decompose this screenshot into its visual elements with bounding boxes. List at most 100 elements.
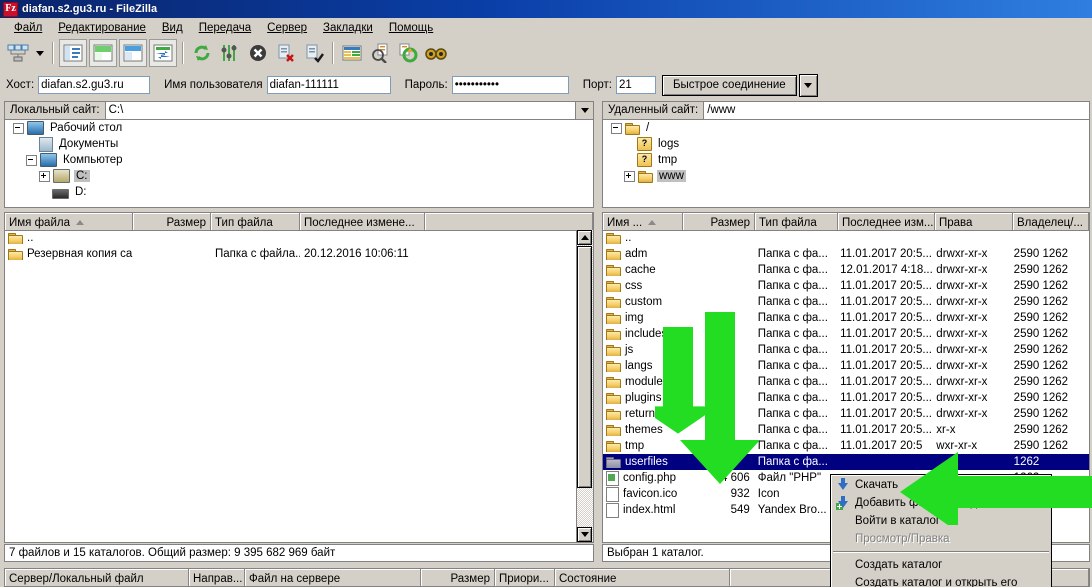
local-file-list[interactable]: Имя файла Размер Тип файла Последнее изм… — [4, 212, 594, 543]
local-list-scrollbar[interactable] — [576, 230, 593, 542]
menu-server[interactable]: Сервер — [259, 20, 315, 36]
column-header-size[interactable]: Размер — [133, 213, 211, 230]
table-row[interactable]: userfiles Папка с фа... 1262 — [603, 454, 1089, 470]
expander-plus-icon[interactable] — [39, 170, 50, 182]
context-menu-item-create-and-enter-directory[interactable]: Создать каталог и открыть его — [831, 574, 1051, 587]
column-header-type[interactable]: Тип файла — [211, 213, 300, 230]
filter-icon[interactable] — [339, 40, 365, 66]
menu-bookmarks[interactable]: Закладки — [315, 20, 381, 36]
site-manager-icon[interactable] — [5, 40, 31, 66]
tree-item-root[interactable]: / — [603, 120, 1089, 136]
file-owner: 2590 1262 — [1013, 360, 1069, 372]
tree-item-drive-c[interactable]: C: — [5, 168, 593, 184]
queue-column-remote-file[interactable]: Файл на сервере — [245, 569, 421, 586]
context-menu-item-enter-directory[interactable]: Войти в каталог — [831, 512, 1051, 530]
local-directory-tree[interactable]: Рабочий стол Документы Компьютер C: D: — [4, 120, 594, 208]
column-header-label: Владелец/... — [1017, 216, 1083, 229]
sync-browsing-icon[interactable] — [395, 40, 421, 66]
queue-column-direction[interactable]: Направ... — [189, 569, 245, 586]
menu-file[interactable]: Файл — [6, 20, 50, 36]
table-row[interactable]: .. — [603, 230, 1089, 246]
column-header-modified[interactable]: Последнее изм... — [838, 213, 935, 230]
tree-item-tmp[interactable]: ? tmp — [603, 152, 1089, 168]
table-row[interactable]: langs Папка с фа... 11.01.2017 20:5... drwx… — [603, 358, 1089, 374]
toolbar-separator-2 — [182, 42, 184, 64]
table-row[interactable]: custom Папка с фа... 11.01.2017 20:5... drw… — [603, 294, 1089, 310]
expander-plus-icon[interactable] — [624, 170, 635, 182]
context-menu-item-download[interactable]: Скачать — [831, 476, 1051, 494]
quick-connect-dropdown-button[interactable] — [798, 73, 818, 97]
menu-edit[interactable]: Редактирование — [50, 20, 154, 36]
column-header-size[interactable]: Размер — [683, 213, 755, 230]
tree-item-documents[interactable]: Документы — [5, 136, 593, 152]
expander-minus-icon[interactable] — [13, 122, 24, 134]
queue-column-server-local-file[interactable]: Сервер/Локальный файл — [5, 569, 189, 586]
tree-item-desktop[interactable]: Рабочий стол — [5, 120, 593, 136]
table-row[interactable]: adm Папка с фа... 11.01.2017 20:5... drwxr-… — [603, 246, 1089, 262]
table-row[interactable]: modules Папка с фа... 11.01.2017 20:5... dr… — [603, 374, 1089, 390]
table-row[interactable]: return Папка с фа... 11.01.2017 20:5... drw… — [603, 406, 1089, 422]
port-input[interactable] — [615, 76, 656, 94]
column-header-label: Тип файла — [759, 216, 817, 229]
table-row[interactable]: includes Папка с фа... 11.01.2017 20:5... d… — [603, 326, 1089, 342]
disconnect-icon[interactable] — [273, 40, 299, 66]
context-menu-item-create-directory[interactable]: Создать каталог — [831, 556, 1051, 574]
process-queue-icon[interactable] — [217, 40, 243, 66]
queue-column-status[interactable]: Состояние — [555, 569, 730, 586]
table-row[interactable]: cache Папка с фа... 12.01.2017 4:18... drwx… — [603, 262, 1089, 278]
tree-item-www[interactable]: www — [603, 168, 1089, 184]
quick-connect-button[interactable]: Быстрое соединение — [661, 74, 797, 96]
reconnect-icon[interactable] — [301, 40, 327, 66]
column-header-filler[interactable] — [425, 213, 593, 230]
toggle-local-tree-icon[interactable] — [59, 39, 87, 67]
toggle-message-log-icon[interactable] — [119, 39, 147, 67]
scroll-down-button[interactable] — [577, 527, 592, 542]
queue-column-priority[interactable]: Приори... — [495, 569, 555, 586]
expander-minus-icon[interactable] — [26, 154, 37, 166]
expander-minus-icon[interactable] — [611, 122, 622, 134]
local-site-path[interactable]: C:\ — [105, 102, 575, 119]
refresh-icon[interactable] — [189, 40, 215, 66]
cancel-icon[interactable] — [245, 40, 271, 66]
menu-view[interactable]: Вид — [154, 20, 191, 36]
unknown-folder-icon: ? — [637, 137, 652, 151]
table-row[interactable]: tmp Папка с фа... 11.01.2017 20:5 wxr-xr-x 2… — [603, 438, 1089, 454]
table-row[interactable]: js Папка с фа... 11.01.2017 20:5... drwxr-x… — [603, 342, 1089, 358]
remote-site-path[interactable]: /www — [704, 102, 1089, 119]
table-row[interactable]: css Папка с фа... 11.01.2017 20:5... drwxr-… — [603, 278, 1089, 294]
table-row[interactable]: Резервная копия сайта Папка с файла... 2… — [5, 246, 577, 262]
column-header-name[interactable]: Имя файла — [5, 213, 133, 230]
file-name: favicon.ico — [623, 488, 678, 500]
scroll-up-button[interactable] — [577, 230, 592, 245]
menu-help[interactable]: Помощь — [381, 20, 441, 36]
context-menu-item-add-to-queue[interactable]: Добавить файлы в задание — [831, 494, 1051, 512]
toggle-remote-tree-icon[interactable] — [89, 39, 117, 67]
password-input[interactable] — [451, 76, 569, 94]
search-icon[interactable] — [423, 40, 449, 66]
table-row[interactable]: .. — [5, 230, 577, 246]
remote-context-menu[interactable]: Скачать Добавить файлы в задание Войти в… — [830, 474, 1052, 587]
table-row[interactable]: img Папка с фа... 11.01.2017 20:5... drwxr-… — [603, 310, 1089, 326]
table-row[interactable]: plugins Папка с фа... 11.01.2017 20:5... dr… — [603, 390, 1089, 406]
compare-icon[interactable] — [367, 40, 393, 66]
table-row[interactable]: themes Папка с фа... 11.01.2017 20:5... xr-… — [603, 422, 1089, 438]
username-input[interactable] — [266, 76, 391, 94]
local-site-dropdown-button[interactable] — [575, 102, 593, 119]
column-header-owner[interactable]: Владелец/... — [1013, 213, 1089, 230]
toggle-transfer-queue-icon[interactable] — [149, 39, 177, 67]
host-input[interactable] — [38, 76, 151, 94]
site-manager-dropdown-icon[interactable] — [36, 50, 44, 56]
tree-item-drive-d[interactable]: D: — [5, 184, 593, 200]
scrollbar-thumb[interactable] — [577, 246, 592, 488]
username-label: Имя пользователя — [164, 79, 263, 91]
queue-column-size[interactable]: Размер — [421, 569, 495, 586]
column-header-permissions[interactable]: Права — [935, 213, 1013, 230]
tree-item-logs[interactable]: ? logs — [603, 136, 1089, 152]
column-header-modified[interactable]: Последнее измене... — [300, 213, 425, 230]
column-header-type[interactable]: Тип файла — [755, 213, 838, 230]
column-header-name[interactable]: Имя ... — [603, 213, 683, 230]
menu-file-label: Файл — [14, 21, 43, 34]
menu-transfer[interactable]: Передача — [191, 20, 259, 36]
tree-item-computer[interactable]: Компьютер — [5, 152, 593, 168]
remote-directory-tree[interactable]: / ? logs ? tmp www — [602, 120, 1090, 208]
